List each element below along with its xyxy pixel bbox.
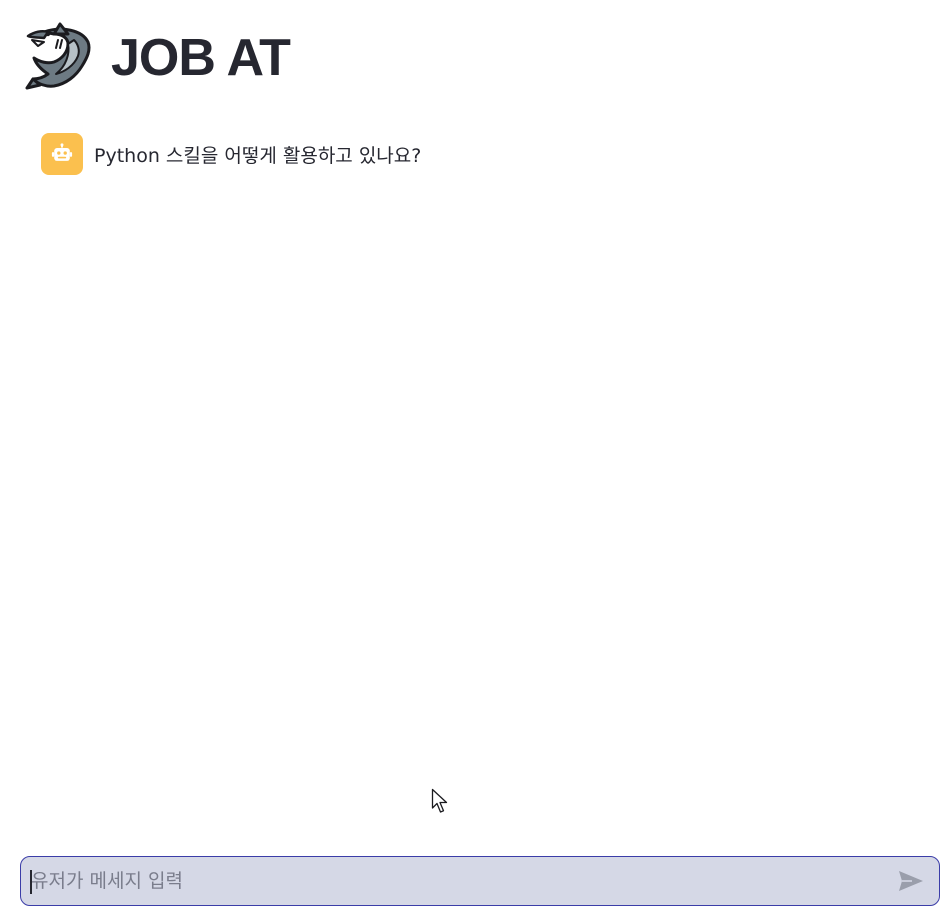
chat-input[interactable]: [21, 857, 889, 905]
chat-app: JOB AT Python 스킬을 어떻게 활용하고 있나요?: [0, 0, 952, 916]
text-caret: [30, 870, 32, 894]
app-title: JOB AT: [111, 29, 291, 87]
chat-message-assistant: Python 스킬을 어떻게 활용하고 있나요?: [41, 133, 421, 175]
mouse-pointer-icon: [431, 788, 448, 813]
assistant-avatar: [41, 133, 83, 175]
robot-face-icon: [51, 143, 73, 161]
send-button[interactable]: [889, 859, 933, 903]
app-header: JOB AT: [24, 22, 291, 94]
chat-input-container: [20, 856, 940, 906]
send-arrow-icon: [899, 871, 923, 891]
message-text: Python 스킬을 어떻게 활용하고 있나요?: [94, 144, 422, 167]
shark-logo-icon: [25, 22, 91, 90]
